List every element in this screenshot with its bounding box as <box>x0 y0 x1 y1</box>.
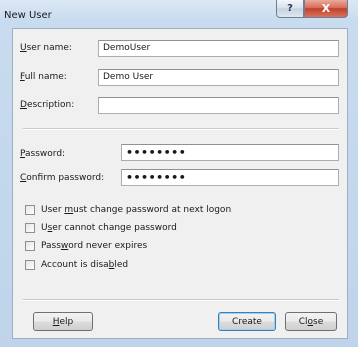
separator-top <box>23 128 339 130</box>
new-user-dialog: New User ? X User name: DemoUser Full na… <box>0 0 358 347</box>
full-name-input[interactable]: Demo User <box>98 69 339 86</box>
description-label: Description: <box>20 100 75 110</box>
cannot-change-password-checkbox[interactable] <box>25 223 35 233</box>
full-name-label: Full name: <box>20 72 67 82</box>
must-change-password-checkbox[interactable] <box>25 205 35 215</box>
account-disabled-checkbox[interactable] <box>25 260 35 270</box>
help-button[interactable]: Help <box>33 312 93 331</box>
confirm-password-label: Confirm password: <box>20 173 105 183</box>
dialog-client-area: User name: DemoUser Full name: Demo User… <box>12 28 348 339</box>
password-never-expires-option[interactable]: Password never expires <box>25 239 147 253</box>
password-input[interactable]: •••••••• <box>121 144 339 161</box>
cannot-change-password-label: User cannot change password <box>41 223 177 233</box>
must-change-password-option[interactable]: User must change password at next logon <box>25 203 231 217</box>
title-bar[interactable]: New User ? X <box>0 0 358 28</box>
title-help-button[interactable]: ? <box>276 0 304 18</box>
close-button[interactable]: Cl o se <box>285 312 337 331</box>
separator-bottom <box>23 299 339 301</box>
cannot-change-password-option[interactable]: User cannot change password <box>25 221 177 235</box>
user-name-label: User name: <box>20 43 72 53</box>
confirm-password-input[interactable]: •••••••• <box>121 169 339 186</box>
password-never-expires-label: Password never expires <box>41 241 148 251</box>
create-button[interactable]: Create <box>218 312 276 331</box>
password-label: Password: <box>20 149 66 159</box>
window-title: New User <box>4 10 52 21</box>
account-disabled-label: Account is disabled <box>41 260 129 270</box>
account-disabled-option[interactable]: Account is disabled <box>25 258 128 272</box>
user-name-input[interactable]: DemoUser <box>98 40 339 57</box>
help-icon: ? <box>287 3 293 14</box>
password-never-expires-checkbox[interactable] <box>25 241 35 251</box>
must-change-password-label: User must change password at next logon <box>41 205 232 215</box>
title-close-button[interactable]: X <box>304 0 348 18</box>
description-input[interactable] <box>98 97 339 114</box>
close-icon: X <box>321 2 331 15</box>
